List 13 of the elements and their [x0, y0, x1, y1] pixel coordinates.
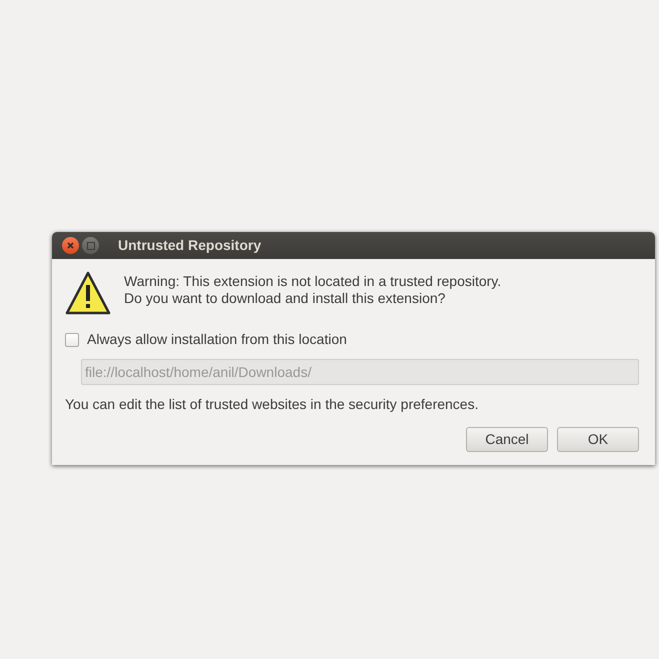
warning-message: Warning: This extension is not located in a trusted repository. [124, 273, 502, 290]
ok-button[interactable]: OK [557, 427, 639, 452]
checkbox-label[interactable]: Always allow installation from this location [87, 329, 347, 350]
close-icon [67, 242, 74, 249]
maximize-icon [86, 242, 94, 250]
warning-icon [65, 271, 111, 315]
window-title: Untrusted Repository [118, 236, 262, 255]
cancel-button[interactable]: Cancel [466, 427, 548, 452]
close-button[interactable] [62, 237, 79, 254]
checkbox[interactable] [65, 332, 79, 346]
warning-message: Do you want to download and install this extension? [124, 290, 446, 307]
note-text: You can edit the list of trusted websites in the security preferences. [65, 395, 480, 414]
maximize-button[interactable] [82, 237, 99, 254]
